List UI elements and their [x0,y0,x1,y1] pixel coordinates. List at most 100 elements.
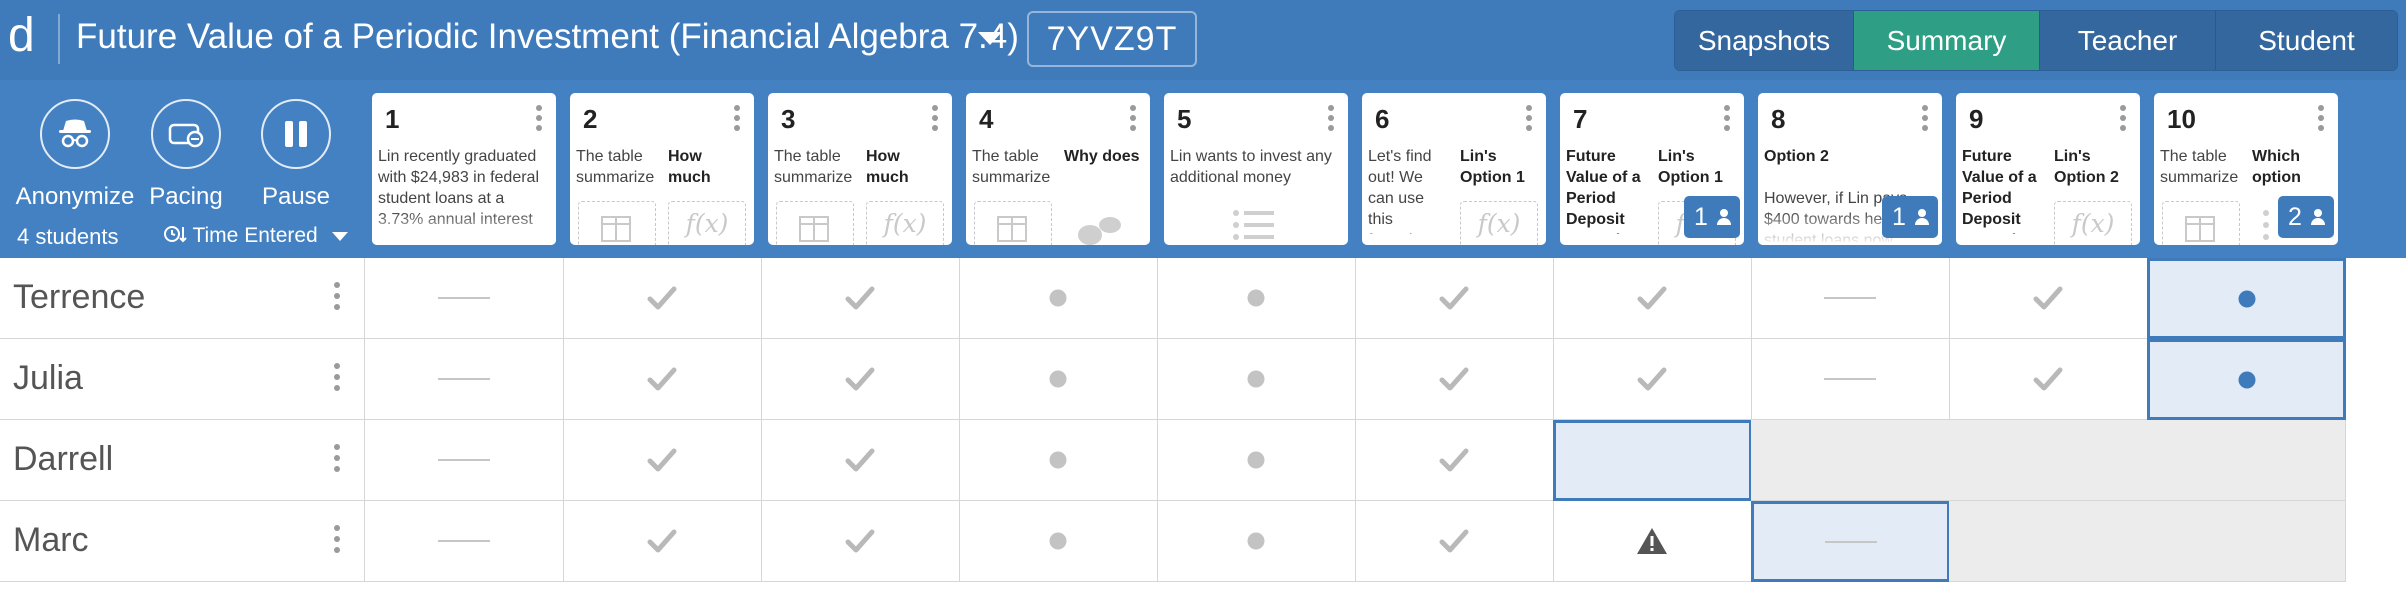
question-menu-icon[interactable] [1922,105,1928,135]
student-row: Terrence [0,258,2406,339]
response-cell[interactable] [1355,258,1554,339]
response-cell[interactable] [2147,420,2346,501]
tab-student[interactable]: Student [2215,11,2397,70]
question-menu-icon[interactable] [734,105,740,135]
response-cell[interactable] [1157,339,1356,420]
question-menu-icon[interactable] [1328,105,1334,135]
response-cell[interactable] [1157,420,1356,501]
response-cell[interactable] [1355,501,1554,582]
response-cell[interactable] [761,420,960,501]
question-card-3[interactable]: 3 The table summarizes How much f(x) [768,93,952,245]
student-menu-icon[interactable] [334,282,340,315]
activity-title[interactable]: Future Value of a Periodic Investment (F… [76,12,1019,62]
not-started-dash [1824,378,1876,380]
response-cell[interactable] [1355,339,1554,420]
response-cell[interactable] [1949,501,2148,582]
question-number: 9 [1969,104,1984,134]
tab-summary[interactable]: Summary [1853,11,2039,70]
response-cell[interactable] [563,339,762,420]
response-cell[interactable] [959,420,1158,501]
warning-icon [1636,527,1668,555]
question-menu-icon[interactable] [536,105,542,135]
student-name[interactable]: Terrence [13,278,145,317]
student-name[interactable]: Darrell [13,440,113,479]
response-cell[interactable] [1949,339,2148,420]
help-request-badge[interactable]: 1 [1882,196,1938,238]
response-cell[interactable] [563,501,762,582]
question-card-7[interactable]: 7 Future Value of a Period Deposit Formu… [1560,93,1744,245]
anonymize-button[interactable]: Anonymize [12,80,138,211]
tab-teacher[interactable]: Teacher [2039,11,2215,70]
response-cell[interactable] [959,501,1158,582]
table-widget [974,201,1052,245]
student-menu-icon[interactable] [334,363,340,396]
response-cell[interactable] [1553,258,1752,339]
response-cell[interactable] [1553,339,1752,420]
class-code[interactable]: 7YVZ9T [1027,11,1197,67]
response-cell[interactable] [959,339,1158,420]
question-card-5[interactable]: 5 Lin wants to invest any additional mon… [1164,93,1348,245]
response-cell[interactable] [959,258,1158,339]
response-cell[interactable] [365,420,564,501]
response-cell[interactable] [1157,501,1356,582]
question-menu-icon[interactable] [1724,105,1730,135]
question-menu-icon[interactable] [1130,105,1136,135]
student-name-cell[interactable]: Terrence [0,258,365,339]
response-cell[interactable] [1157,258,1356,339]
response-cell[interactable] [365,339,564,420]
question-card-8[interactable]: 8 Option 2 However, if Lin pays $400 tow… [1758,93,1942,245]
desmos-logo[interactable]: d [8,6,35,66]
question-card-10[interactable]: 10 The table summarizes Which option 2 [2154,93,2338,245]
table-icon [601,216,631,242]
response-cell[interactable] [2147,258,2346,339]
student-menu-icon[interactable] [334,444,340,477]
response-cell[interactable] [1553,501,1752,582]
badge-count: 2 [2288,203,2302,231]
question-card-6[interactable]: 6 Let's find out! We can use this formul… [1362,93,1546,245]
question-card-1[interactable]: 1 Lin recently graduated with $24,983 in… [372,93,556,245]
sort-dropdown[interactable]: Time Entered [163,223,348,248]
response-cell[interactable] [1751,339,1950,420]
student-name-cell[interactable]: Julia [0,339,365,420]
student-menu-icon[interactable] [334,525,340,558]
response-cell[interactable] [2147,501,2346,582]
viewed-dot-icon [2238,290,2255,307]
response-cell[interactable] [365,501,564,582]
question-card-4[interactable]: 4 The table summarizes Why does [966,93,1150,245]
student-name[interactable]: Julia [13,359,83,398]
tab-snapshots[interactable]: Snapshots [1675,11,1853,70]
response-cell[interactable] [761,501,960,582]
badge-count: 1 [1892,203,1906,231]
response-cell[interactable] [1949,420,2148,501]
response-cell[interactable] [1751,420,1950,501]
question-menu-icon[interactable] [932,105,938,135]
response-cell[interactable] [563,420,762,501]
student-name[interactable]: Marc [13,521,89,560]
title-dropdown-icon[interactable] [978,32,1002,45]
question-menu-icon[interactable] [2120,105,2126,135]
student-name-cell[interactable]: Darrell [0,420,365,501]
question-card-2[interactable]: 2 The table summarizes How much f(x) [570,93,754,245]
student-name-cell[interactable]: Marc [0,501,365,582]
response-cell[interactable] [1553,420,1752,501]
response-cell[interactable] [761,258,960,339]
question-card-9[interactable]: 9 Future Value of a Period Deposit Formu… [1956,93,2140,245]
person-icon [2311,209,2325,225]
question-menu-icon[interactable] [2318,105,2324,135]
response-cell[interactable] [761,339,960,420]
question-text-secondary: Which option [2252,148,2301,186]
pacing-button[interactable]: Pacing [146,80,226,211]
question-number: 5 [1177,104,1192,134]
response-cell[interactable] [1751,258,1950,339]
response-cell[interactable] [1751,501,1950,582]
question-menu-icon[interactable] [1526,105,1532,135]
question-text: The table summarizes [774,148,852,186]
response-cell[interactable] [365,258,564,339]
response-cell[interactable] [2147,339,2346,420]
pause-button[interactable]: Pause [256,80,336,211]
help-request-badge[interactable]: 1 [1684,196,1740,238]
help-request-badge[interactable]: 2 [2278,196,2334,238]
response-cell[interactable] [563,258,762,339]
response-cell[interactable] [1355,420,1554,501]
response-cell[interactable] [1949,258,2148,339]
